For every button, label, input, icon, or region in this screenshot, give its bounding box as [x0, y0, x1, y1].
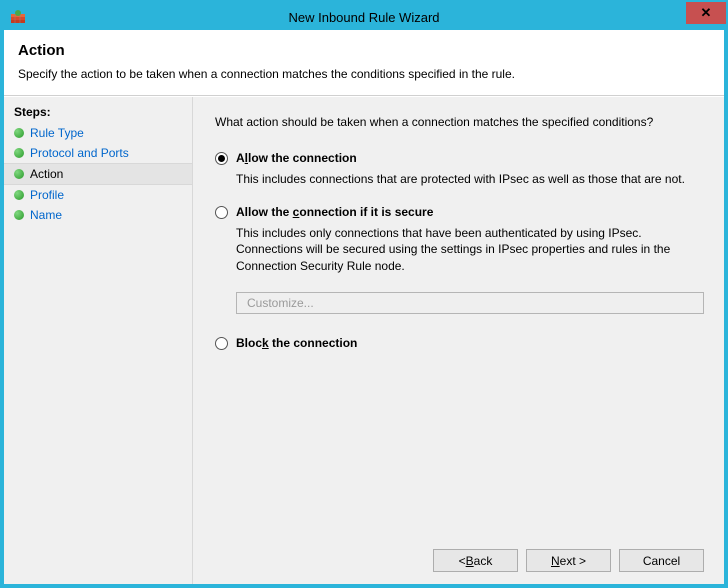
page-subtitle: Specify the action to be taken when a co… [18, 67, 710, 81]
wizard-button-row: < Back Next > Cancel [215, 537, 704, 584]
radio-allow-secure[interactable]: Allow the connection if it is secure [215, 205, 704, 219]
radio-label: Allow the connection [236, 151, 357, 165]
step-profile[interactable]: Profile [4, 185, 192, 205]
steps-heading: Steps: [4, 103, 192, 123]
step-label: Name [30, 208, 62, 222]
radio-allow-secure-desc: This includes only connections that have… [236, 225, 704, 274]
step-protocol-ports[interactable]: Protocol and Ports [4, 143, 192, 163]
content-panel: What action should be taken when a conne… [192, 97, 724, 584]
customize-button: Customize... [236, 292, 704, 314]
step-name[interactable]: Name [4, 205, 192, 225]
back-button[interactable]: < Back [433, 549, 518, 572]
wizard-header: Action Specify the action to be taken wh… [4, 30, 724, 96]
radio-label: Block the connection [236, 336, 357, 350]
titlebar: New Inbound Rule Wizard ✕ [4, 4, 724, 30]
bullet-icon [14, 190, 24, 200]
close-button[interactable]: ✕ [686, 2, 726, 24]
bullet-icon [14, 148, 24, 158]
bullet-icon [14, 128, 24, 138]
radio-label: Allow the connection if it is secure [236, 205, 433, 219]
radio-icon [215, 206, 228, 219]
content-question: What action should be taken when a conne… [215, 115, 704, 129]
radio-allow-connection[interactable]: Allow the connection [215, 151, 704, 165]
page-title: Action [18, 42, 710, 59]
close-icon: ✕ [701, 5, 712, 21]
window-title: New Inbound Rule Wizard [4, 10, 724, 25]
step-label: Profile [30, 188, 64, 202]
step-label: Rule Type [30, 126, 84, 140]
cancel-button[interactable]: Cancel [619, 549, 704, 572]
radio-block-connection[interactable]: Block the connection [215, 336, 704, 350]
step-action[interactable]: Action [4, 163, 192, 185]
radio-allow-desc: This includes connections that are prote… [236, 171, 704, 187]
bullet-icon [14, 210, 24, 220]
firewall-icon [10, 9, 26, 25]
next-button[interactable]: Next > [526, 549, 611, 572]
step-label: Protocol and Ports [30, 146, 129, 160]
wizard-body: Steps: Rule Type Protocol and Ports Acti… [4, 96, 724, 584]
step-rule-type[interactable]: Rule Type [4, 123, 192, 143]
bullet-icon [14, 169, 24, 179]
radio-icon-selected [215, 152, 228, 165]
radio-icon [215, 337, 228, 350]
step-label: Action [30, 167, 63, 181]
steps-sidebar: Steps: Rule Type Protocol and Ports Acti… [4, 97, 192, 584]
